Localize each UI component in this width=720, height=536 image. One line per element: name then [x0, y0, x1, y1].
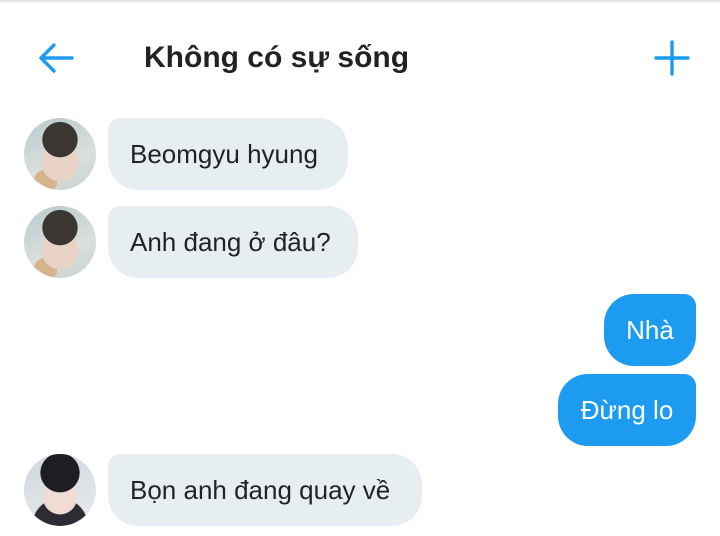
message-bubble-incoming[interactable]: Anh đang ở đâu?: [108, 206, 358, 278]
message-bubble-incoming[interactable]: Bọn anh đang quay về: [108, 454, 422, 526]
avatar[interactable]: [24, 206, 96, 278]
message-bubble-outgoing[interactable]: Nhà: [604, 294, 696, 366]
add-button[interactable]: [650, 36, 694, 80]
message-bubble-incoming[interactable]: Beomgyu hyung: [108, 118, 348, 190]
avatar[interactable]: [24, 454, 96, 526]
chat-title: Không có sự sống: [144, 41, 410, 74]
back-button[interactable]: [34, 38, 78, 78]
message-bubble-outgoing[interactable]: Đừng lo: [558, 374, 696, 446]
arrow-left-icon: [39, 43, 74, 73]
chat-header: Không có sự sống: [0, 0, 720, 110]
plus-icon: [654, 40, 690, 76]
avatar[interactable]: [24, 118, 96, 190]
